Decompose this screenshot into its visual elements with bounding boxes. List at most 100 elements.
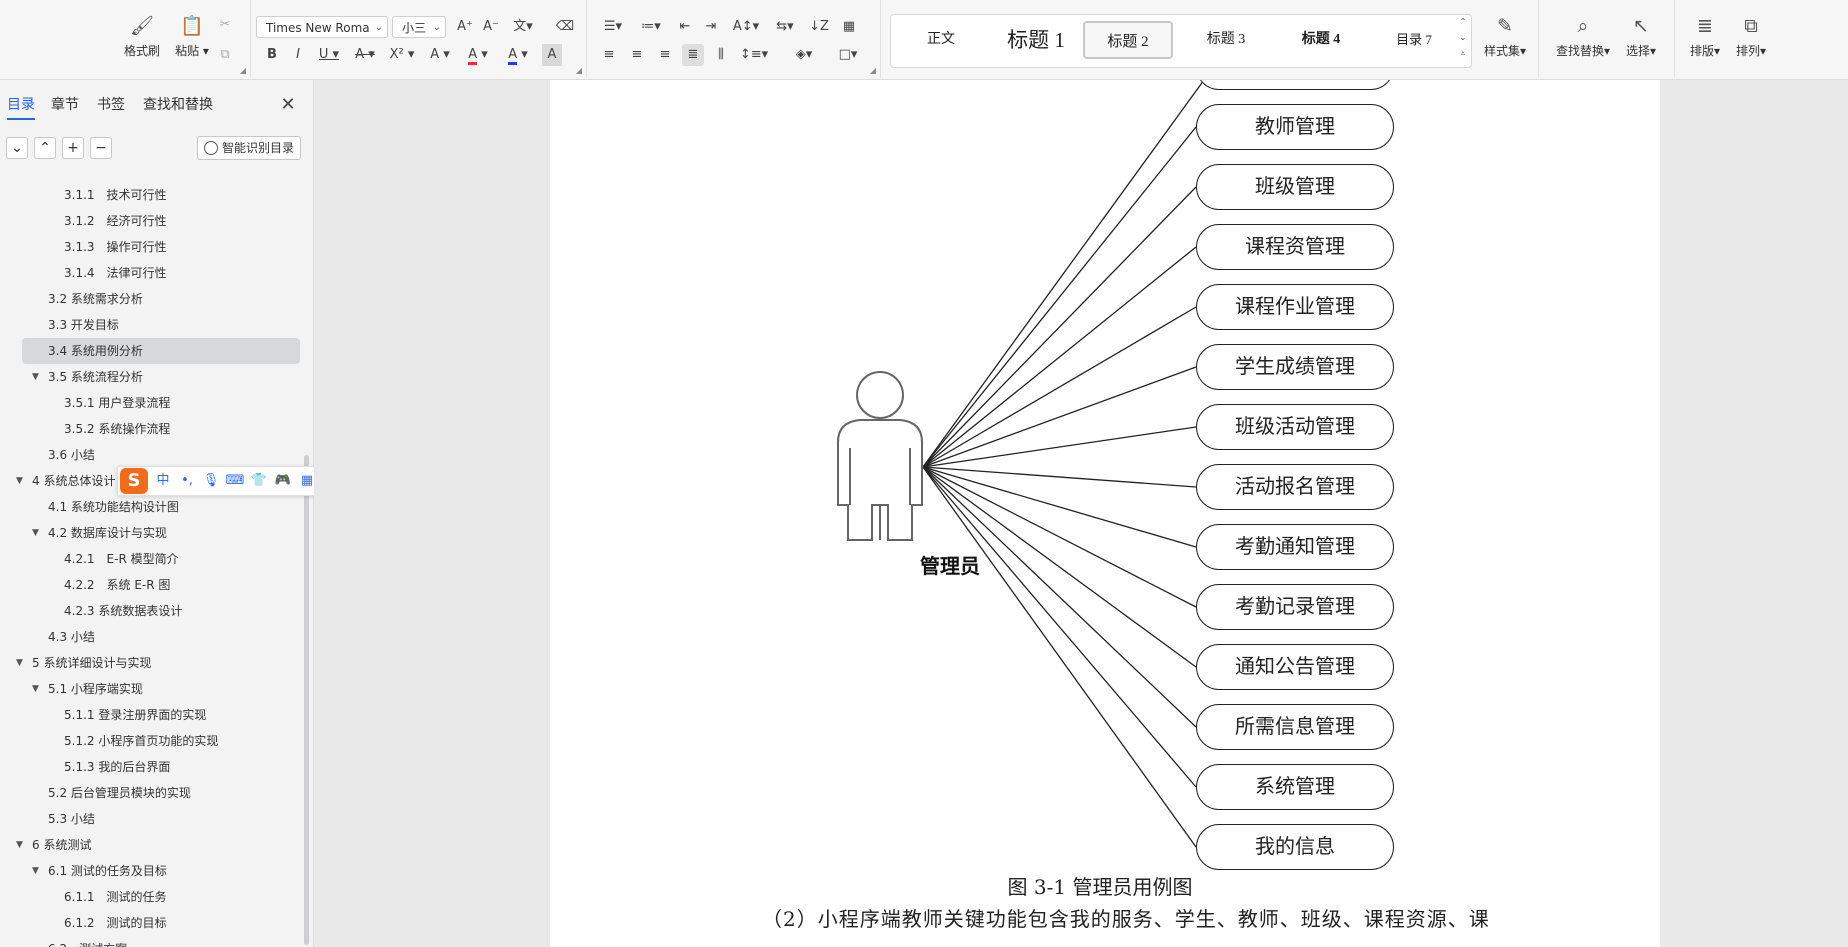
document-page[interactable]: 教师管理 班级管理 课程资管理 课程作业管理 学生成绩管理 班级活动管理 活动报名管理 考勤通… xyxy=(550,80,1660,947)
tab-toc[interactable]: 目录 xyxy=(7,94,35,120)
toc-item[interactable]: 3.1.3 操作可行性 xyxy=(0,234,300,260)
cut-icon[interactable]: ✂ xyxy=(214,14,236,36)
distribute-icon[interactable]: ⫼ xyxy=(710,44,732,66)
expand-caret-icon[interactable]: ▼ xyxy=(32,364,39,390)
toc-item[interactable]: 4.2.3 系统数据表设计 xyxy=(0,598,300,624)
style-normal[interactable]: 正文 xyxy=(901,21,981,59)
align-right-icon[interactable]: ≡ xyxy=(654,44,676,66)
keyboard-icon[interactable]: ⌨ xyxy=(224,467,246,495)
arrange-button[interactable]: ⧉ 排列▾ xyxy=(1728,10,1774,70)
grow-font-icon[interactable]: A⁺ xyxy=(454,16,476,38)
tab-bookmarks[interactable]: 书签 xyxy=(97,94,125,116)
copy-icon[interactable]: ⧉ xyxy=(214,44,236,66)
border-icon[interactable]: □▾ xyxy=(832,44,864,66)
toc-item[interactable]: ▼ 6 系统测试 xyxy=(0,832,300,858)
toc-item[interactable]: ▼ 5.1 小程序端实现 xyxy=(0,676,300,702)
align-center-icon[interactable]: ≡ xyxy=(626,44,648,66)
dialog-launcher-icon[interactable]: ◢ xyxy=(240,66,246,75)
underline-icon[interactable]: U ▾ xyxy=(314,44,344,66)
clear-format-icon[interactable]: ⌫ xyxy=(554,16,576,38)
font-size-select[interactable]: 小三 ⌄ xyxy=(392,16,446,38)
toc-item[interactable]: ▼ 5 系统详细设计与实现 xyxy=(0,650,300,676)
tab-chapters[interactable]: 章节 xyxy=(51,94,79,116)
sort-direction-icon[interactable]: ⇆▾ xyxy=(770,16,800,38)
text-effect-icon[interactable]: A ▾ xyxy=(424,44,456,66)
toc-item[interactable]: 6.1.2 测试的目标 xyxy=(0,910,300,936)
line-spacing-icon[interactable]: ↕≡▾ xyxy=(738,44,770,66)
toc-item[interactable]: 4.2.2 系统 E-R 图 xyxy=(0,572,300,598)
expand-caret-icon[interactable]: ▼ xyxy=(32,676,39,702)
italic-icon[interactable]: I xyxy=(288,44,308,66)
collapse-down-icon[interactable]: ⌄ xyxy=(6,137,28,159)
char-shading-icon[interactable]: A xyxy=(542,44,562,66)
phonetic-icon[interactable]: 文▾ xyxy=(508,16,538,38)
toc-item[interactable]: 3.6 小结 xyxy=(0,442,300,468)
style-heading-1[interactable]: 标题 1 xyxy=(991,21,1081,59)
ime-language-toggle[interactable]: 中 xyxy=(152,467,174,495)
toc-item[interactable]: 5.1.3 我的后台界面 xyxy=(0,754,300,780)
toc-scrollbar[interactable] xyxy=(304,455,309,945)
microphone-icon[interactable]: 🎙 xyxy=(200,467,222,495)
decrease-indent-icon[interactable]: ⇤ xyxy=(674,16,696,38)
style-heading-2[interactable]: 标题 2 xyxy=(1083,21,1173,59)
table-icon[interactable]: ▦ xyxy=(838,16,860,38)
expand-caret-icon[interactable]: ▼ xyxy=(32,520,39,546)
close-icon[interactable]: ✕ xyxy=(278,94,298,116)
numbered-list-icon[interactable]: ≔▾ xyxy=(636,16,666,38)
toc-item[interactable]: 5.1.2 小程序首页功能的实现 xyxy=(0,728,300,754)
font-color-icon[interactable]: A ▾ xyxy=(502,44,534,66)
find-replace-button[interactable]: ⌕ 查找替换▾ xyxy=(1552,10,1614,70)
smart-toc-button[interactable]: 智能识别目录 xyxy=(197,136,301,160)
paste-button[interactable]: 📋 粘贴 ▾ xyxy=(168,10,216,70)
toc-item[interactable]: 4.1 系统功能结构设计图 xyxy=(0,494,300,520)
align-left-icon[interactable]: ≡ xyxy=(598,44,620,66)
sogou-logo-icon[interactable]: S xyxy=(120,468,148,494)
superscript-icon[interactable]: X² ▾ xyxy=(386,44,418,66)
add-item-icon[interactable]: + xyxy=(62,137,84,159)
toc-item[interactable]: 6.1.1 测试的任务 xyxy=(0,884,300,910)
dialog-launcher-icon[interactable]: ◢ xyxy=(870,66,876,75)
toc-item[interactable]: 3.1.4 法律可行性 xyxy=(0,260,300,286)
toc-item[interactable]: 3.3 开发目标 xyxy=(0,312,300,338)
text-direction-icon[interactable]: A↕▾ xyxy=(730,16,762,38)
skin-icon[interactable]: 👕 xyxy=(248,467,270,495)
toc-item[interactable]: ▼ 6.1 测试的任务及目标 xyxy=(0,858,300,884)
bullet-list-icon[interactable]: ☰▾ xyxy=(598,16,628,38)
expand-caret-icon[interactable]: ▼ xyxy=(16,832,23,858)
format-painter-button[interactable]: 🖌 格式刷 xyxy=(118,10,166,70)
toc-item[interactable]: 4.2.1 E-R 模型简介 xyxy=(0,546,300,572)
dialog-launcher-icon[interactable]: ◢ xyxy=(576,66,582,75)
toc-item[interactable]: 5.1.1 登录注册界面的实现 xyxy=(0,702,300,728)
style-toc-7[interactable]: 目录 7 xyxy=(1369,21,1459,59)
increase-indent-icon[interactable]: ⇥ xyxy=(700,16,722,38)
toc-item-current[interactable]: 3.4 系统用例分析 xyxy=(22,338,300,364)
bold-icon[interactable]: B xyxy=(262,44,282,66)
font-name-select[interactable]: Times New Roma ⌄ xyxy=(256,16,388,38)
punctuation-icon[interactable]: •, xyxy=(176,467,198,495)
toc-item[interactable]: 3.1.2 经济可行性 xyxy=(0,208,300,234)
select-button[interactable]: ↖ 选择▾ xyxy=(1616,10,1666,70)
collapse-up-icon[interactable]: ⌃ xyxy=(34,137,56,159)
toc-item[interactable]: ▼ 3.5 系统流程分析 xyxy=(0,364,300,390)
toc-item[interactable]: 3.5.2 系统操作流程 xyxy=(0,416,300,442)
toc-item[interactable]: 5.2 后台管理员模块的实现 xyxy=(0,780,300,806)
justify-icon[interactable]: ≣ xyxy=(682,44,704,66)
toc-item[interactable]: ▼ 4.2 数据库设计与实现 xyxy=(0,520,300,546)
shading-icon[interactable]: ◈▾ xyxy=(788,44,820,66)
tab-find-replace[interactable]: 查找和替换 xyxy=(143,94,213,116)
style-heading-3[interactable]: 标题 3 xyxy=(1181,21,1271,59)
toc-item[interactable]: 3.1.1 技术可行性 xyxy=(0,182,300,208)
gallery-expand-icon[interactable]: ⩡ xyxy=(1457,47,1469,69)
layout-button[interactable]: ≣ 排版▾ xyxy=(1682,10,1728,70)
expand-caret-icon[interactable]: ▼ xyxy=(16,650,23,676)
toc-item[interactable]: 6.2 测试方案 xyxy=(0,936,300,947)
shrink-font-icon[interactable]: A⁻ xyxy=(480,16,502,38)
game-icon[interactable]: 🎮 xyxy=(272,467,294,495)
sort-icon[interactable]: ↓Z xyxy=(808,16,830,38)
expand-caret-icon[interactable]: ▼ xyxy=(32,858,39,884)
remove-item-icon[interactable]: − xyxy=(90,137,112,159)
toc-item[interactable]: 3.2 系统需求分析 xyxy=(0,286,300,312)
toc-item[interactable]: 5.3 小结 xyxy=(0,806,300,832)
style-set-button[interactable]: ✎ 样式集▾ xyxy=(1478,10,1532,70)
highlight-color-icon[interactable]: A ▾ xyxy=(462,44,494,66)
